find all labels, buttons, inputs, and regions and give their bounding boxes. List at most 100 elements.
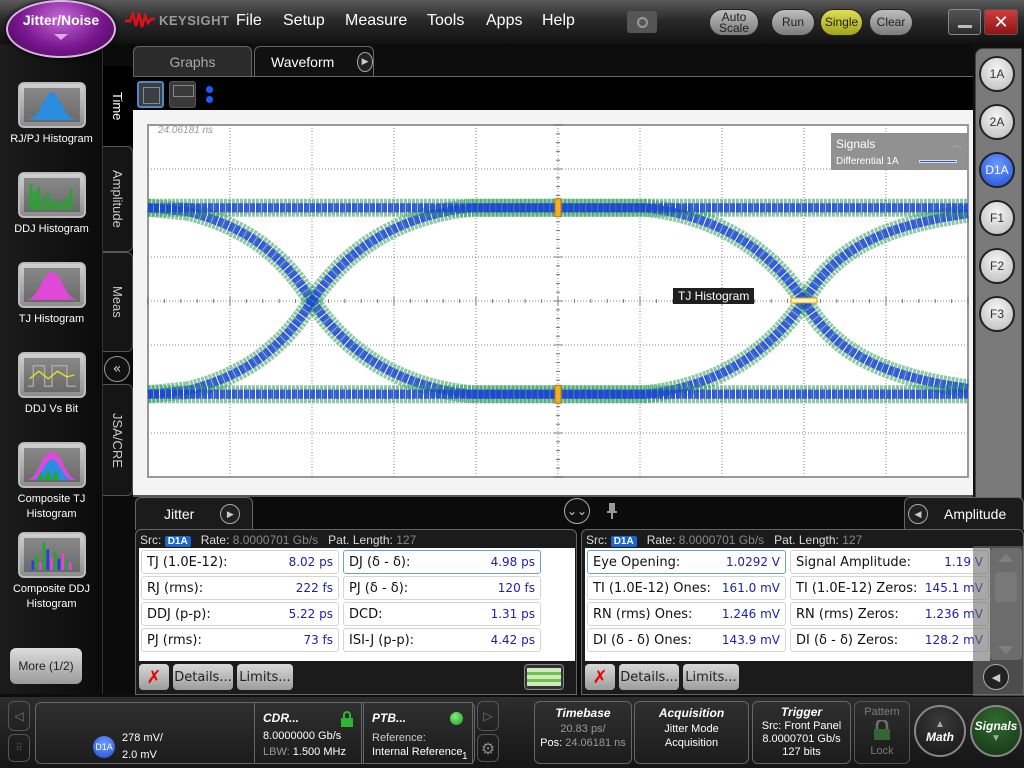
cdr-status-box[interactable]: CDR... 8.0000000 Gb/s LBW: 1.500 MHz xyxy=(254,702,362,764)
delete-measurement-button[interactable]: ✗ xyxy=(585,664,615,690)
measurement-cell[interactable]: RN (rms) Ones:1.246 mV xyxy=(587,602,786,626)
menu-tools[interactable]: Tools xyxy=(427,12,464,30)
double-chevron-down-icon: ⌄⌄ xyxy=(567,504,587,518)
measurement-cell[interactable]: Eye Opening: 1.0292 V xyxy=(587,550,786,574)
run-button[interactable]: Run xyxy=(771,9,815,36)
clear-button[interactable]: Clear xyxy=(869,9,913,36)
play-icon[interactable]: ▶ xyxy=(357,52,373,72)
pin-icon[interactable] xyxy=(607,503,615,517)
measurement-value: 4.98 ps xyxy=(491,555,535,569)
measurement-cell[interactable]: DDJ (p-p):5.22 ps xyxy=(141,602,339,626)
channel-d1a-button[interactable]: D1A xyxy=(979,152,1015,188)
minimize-button[interactable] xyxy=(948,9,981,35)
function-f2-button[interactable]: F2 xyxy=(979,248,1015,284)
measurement-cell[interactable]: RJ (rms):222 fs xyxy=(141,576,339,600)
split-grid-layout-button[interactable] xyxy=(169,81,196,108)
waveform-toolbar xyxy=(133,76,973,110)
chevron-up-icon[interactable]: ︿ xyxy=(952,136,962,151)
sidebar-item-rj-pj-histogram[interactable]: RJ/PJ Histogram xyxy=(0,82,103,147)
sidebar-item-ddj-vs-bit[interactable]: DDJ Vs Bit xyxy=(0,352,103,417)
sidebar-item-composite-ddj-histogram[interactable]: Composite DDJ Histogram xyxy=(0,532,103,612)
measurement-cell[interactable]: TI (1.0E-12) Ones: 161.0 mV xyxy=(587,576,786,600)
pattern-length-value: 127 xyxy=(396,533,416,547)
vtab-meas[interactable]: Meas xyxy=(103,252,133,352)
menu-file[interactable]: File xyxy=(236,12,262,30)
vtab-amplitude[interactable]: Amplitude xyxy=(103,146,133,252)
collapse-results-button[interactable]: ⌄⌄ xyxy=(564,498,590,524)
pattern-lock-button[interactable]: Pattern Lock xyxy=(854,701,910,764)
eye-diagram[interactable] xyxy=(147,124,969,478)
measurement-cell[interactable]: PJ (rms):73 fs xyxy=(141,628,339,652)
signals-button[interactable]: Signals ▼ xyxy=(970,705,1022,757)
timebase-box[interactable]: Timebase 20.83 ps/ Pos: 24.06181 ns xyxy=(534,701,632,764)
settings-button[interactable]: ⚙ xyxy=(477,734,499,762)
vtab-time[interactable]: Time xyxy=(103,66,133,146)
measurement-cell[interactable]: DCD:1.31 ps xyxy=(343,602,541,626)
channel-1a-button[interactable]: 1A xyxy=(979,56,1015,92)
play-icon[interactable]: ▶ xyxy=(220,504,240,524)
auto-scale-button[interactable]: Auto Scale xyxy=(709,9,759,36)
acquisition-box[interactable]: Acquisition Jitter Mode Acquisition xyxy=(634,701,749,764)
close-button[interactable]: ✕ xyxy=(984,9,1018,35)
screenshot-button[interactable] xyxy=(627,11,657,33)
measurement-cell[interactable]: TJ (1.0E-12):8.02 ps xyxy=(141,550,339,574)
sidebar-item-tj-histogram[interactable]: TJ Histogram xyxy=(0,262,103,327)
tab-graphs[interactable]: Graphs xyxy=(133,46,252,76)
measurement-cell[interactable]: DJ (δ - δ):4.98 ps xyxy=(343,550,541,574)
more-button[interactable]: More (1/2) xyxy=(10,648,82,684)
measurement-name: Eye Opening: xyxy=(593,555,680,570)
measurement-cell[interactable]: DI (δ - δ) Zeros:128.2 mV xyxy=(790,628,989,652)
measurement-value: 1.0292 V xyxy=(726,555,780,569)
details-button[interactable]: Details... xyxy=(173,664,233,690)
measurement-cell[interactable]: Signal Amplitude:1.19 V xyxy=(790,550,989,574)
menu-setup[interactable]: Setup xyxy=(283,12,325,30)
grid-dots-icon: ⠿ xyxy=(15,743,22,754)
trigger-box[interactable]: Trigger Src: Front Panel 8.0000701 Gb/s … xyxy=(752,701,851,764)
details-button[interactable]: Details... xyxy=(619,664,679,690)
function-f1-button[interactable]: F1 xyxy=(979,200,1015,236)
measurement-cell[interactable]: PJ (δ - δ):120 fs xyxy=(343,576,541,600)
vtab-jsa-cre[interactable]: JSA/CRE xyxy=(103,384,133,496)
measurement-cell[interactable]: ISI-J (p-p):4.42 ps xyxy=(343,628,541,652)
single-button[interactable]: Single xyxy=(820,9,863,36)
channel-2a-button[interactable]: 2A xyxy=(979,104,1015,140)
play-left-icon[interactable]: ◀ xyxy=(908,504,928,524)
menu-measure[interactable]: Measure xyxy=(345,12,407,30)
measurement-cell[interactable]: TI (1.0E-12) Zeros:145.1 mV xyxy=(790,576,989,600)
amplitude-results-panel: Src: D1A Rate: 8.0000701 Gb/s Pat. Lengt… xyxy=(581,529,1024,695)
jitter-results-grid: TJ (1.0E-12):8.02 psDJ (δ - δ):4.98 psRJ… xyxy=(139,548,575,661)
tab-jitter[interactable]: Jitter ▶ xyxy=(135,497,253,530)
jitter-noise-mode-button[interactable]: Jitter/Noise xyxy=(6,0,116,58)
grid-view-button[interactable]: ⠿ xyxy=(8,734,30,762)
measurement-value: 161.0 mV xyxy=(722,581,780,595)
scroll-right-button[interactable]: ▷ xyxy=(477,701,499,731)
single-grid-layout-button[interactable] xyxy=(137,81,164,108)
tab-label: Jitter xyxy=(164,506,194,522)
menu-apps[interactable]: Apps xyxy=(486,12,522,30)
limits-button[interactable]: Limits... xyxy=(683,664,739,690)
page-indicator-dot xyxy=(206,86,213,93)
tab-amplitude[interactable]: ◀ Amplitude xyxy=(904,497,1024,530)
tab-waveform[interactable]: Waveform ▶ xyxy=(254,46,374,76)
sidebar-item-composite-tj-histogram[interactable]: Composite TJ Histogram xyxy=(0,442,103,522)
histogram-marker-bottom xyxy=(555,385,561,403)
measurement-cell[interactable]: DI (δ - δ) Ones:143.9 mV xyxy=(587,628,786,652)
sidebar-item-ddj-histogram[interactable]: DDJ Histogram xyxy=(0,172,103,237)
scroll-left-button[interactable]: ◁ xyxy=(8,701,30,731)
results-view-toggle-button[interactable] xyxy=(524,664,564,690)
measurement-value: 4.42 ps xyxy=(491,633,535,647)
delete-measurement-button[interactable]: ✗ xyxy=(139,664,169,690)
math-button[interactable]: ▲ Math xyxy=(914,705,966,757)
measurement-cell[interactable]: RN (rms) Zeros:1.236 mV xyxy=(790,602,989,626)
keysight-logo: KEYSIGHT xyxy=(125,11,229,29)
signals-legend[interactable]: Signals ︿ Differential 1A xyxy=(831,133,968,170)
measurement-name: TI (1.0E-12) Ones: xyxy=(593,581,711,596)
vtab-label: Amplitude xyxy=(110,170,125,228)
expand-panel-button[interactable]: ◀ xyxy=(983,664,1009,690)
limits-button[interactable]: Limits... xyxy=(237,664,293,690)
function-f3-button[interactable]: F3 xyxy=(979,296,1015,332)
menu-help[interactable]: Help xyxy=(542,12,575,30)
acquisition-mode-2: Acquisition xyxy=(635,737,748,749)
collapse-sidebar-button[interactable]: « xyxy=(104,356,130,382)
ptb-status-box[interactable]: PTB... Reference: Internal Reference 1 xyxy=(363,702,473,764)
